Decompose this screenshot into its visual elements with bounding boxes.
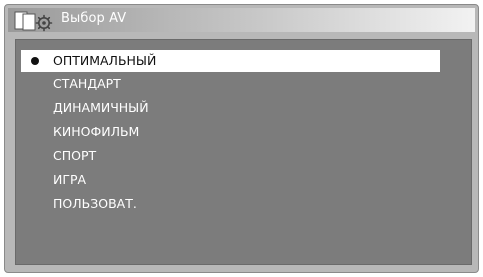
window-title: Выбор AV — [61, 11, 127, 26]
menu-item-optimal[interactable]: ОПТИМАЛЬНЫЙ — [21, 50, 440, 72]
title-bar: Выбор AV — [8, 8, 475, 32]
menu-item-label: ИГРА — [53, 172, 87, 187]
av-mode-menu: ОПТИМАЛЬНЫЙ СТАНДАРТ ДИНАМИЧНЫЙ КИНОФИЛЬ… — [15, 39, 472, 265]
menu-item-movie[interactable]: КИНОФИЛЬМ — [21, 121, 440, 143]
selected-bullet-icon — [31, 57, 39, 65]
menu-item-sport[interactable]: СПОРТ — [21, 145, 440, 167]
menu-item-label: ПОЛЬЗОВАТ. — [53, 196, 137, 211]
menu-item-user[interactable]: ПОЛЬЗОВАТ. — [21, 193, 440, 215]
menu-item-standard[interactable]: СТАНДАРТ — [21, 73, 440, 95]
menu-item-label: СТАНДАРТ — [53, 76, 121, 91]
menu-item-label: СПОРТ — [53, 148, 97, 163]
menu-item-label: ОПТИМАЛЬНЫЙ — [53, 53, 157, 68]
menu-item-game[interactable]: ИГРА — [21, 169, 440, 191]
menu-item-label: КИНОФИЛЬМ — [53, 124, 140, 139]
menu-item-label: ДИНАМИЧНЫЙ — [53, 100, 149, 115]
menu-item-dynamic[interactable]: ДИНАМИЧНЫЙ — [21, 97, 440, 119]
av-settings-icon — [14, 10, 62, 32]
